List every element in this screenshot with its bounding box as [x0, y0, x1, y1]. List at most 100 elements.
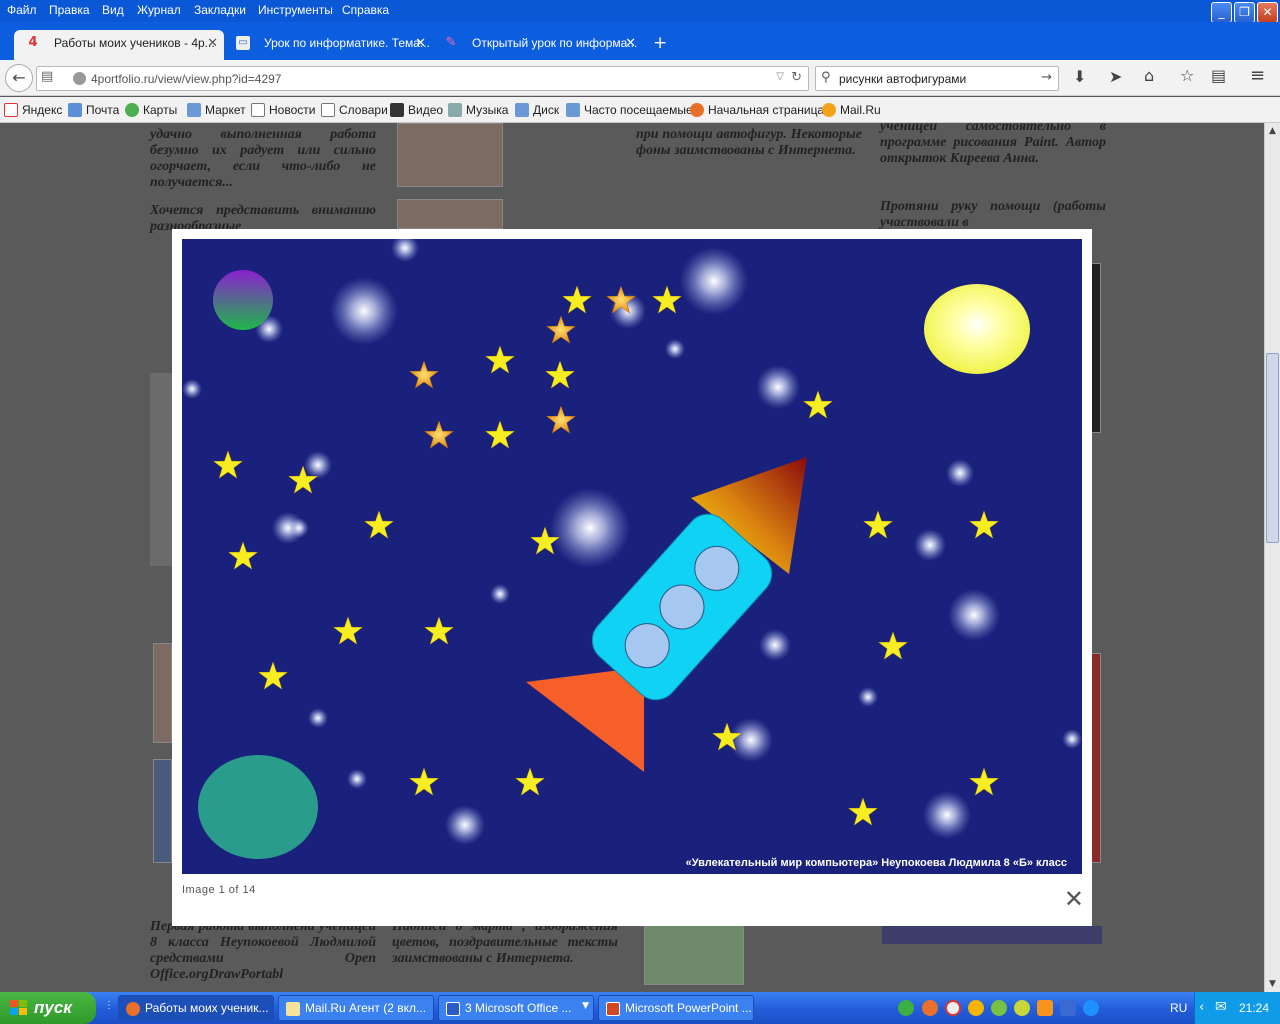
- tray-media-icon[interactable]: [968, 1000, 984, 1016]
- tab-open-lesson[interactable]: ✎ Открытый урок по информа... ✕: [432, 30, 642, 60]
- menu-view[interactable]: Вид: [102, 3, 124, 17]
- taskbar: пуск ⋮ Работы моих ученик... Mail.Ru Аге…: [0, 992, 1280, 1024]
- tray-opera-icon[interactable]: [945, 1000, 961, 1016]
- page-icon: ▤: [41, 69, 54, 84]
- history-dropdown-icon[interactable]: ▽: [776, 71, 784, 82]
- thumbnail-image[interactable]: [644, 919, 744, 985]
- back-button[interactable]: ←: [5, 64, 33, 92]
- tray-app-icon[interactable]: [898, 1000, 914, 1016]
- video-icon: [390, 103, 404, 117]
- menu-bookmarks[interactable]: Закладки: [194, 3, 246, 17]
- mailru-icon: [822, 103, 836, 117]
- tray-leaf-icon[interactable]: [991, 1000, 1007, 1016]
- clock[interactable]: 21:24: [1239, 1001, 1269, 1015]
- menu-icon[interactable]: ≡: [1250, 65, 1265, 86]
- bookmark-label: Почта: [86, 103, 120, 117]
- market-icon: [187, 103, 201, 117]
- menu-file[interactable]: Файл: [7, 3, 37, 17]
- bookmark-most-visited[interactable]: Часто посещаемые: [566, 103, 693, 117]
- reload-icon[interactable]: ↻: [791, 70, 802, 85]
- quicklaunch-grip-icon: ⋮: [104, 1000, 114, 1011]
- bookmark-label: Словари: [339, 103, 388, 117]
- scroll-thumb[interactable]: [1266, 353, 1279, 543]
- bookmark-label: Диск: [533, 103, 560, 117]
- task-powerpoint[interactable]: Microsoft PowerPoint ...: [598, 995, 754, 1021]
- bookmark-news[interactable]: Новости: [251, 103, 315, 117]
- close-window-button[interactable]: ✕: [1257, 2, 1278, 23]
- thumbnail-image[interactable]: [397, 199, 503, 229]
- tab-label: Работы моих учеников - 4р...: [54, 36, 215, 50]
- tray-odnoklassniki-icon[interactable]: [1037, 1000, 1053, 1016]
- menu-edit[interactable]: Правка: [49, 3, 90, 17]
- home-icon[interactable]: ⌂: [1144, 66, 1154, 85]
- search-icon: ⚲: [821, 70, 831, 85]
- bookmark-dictionaries[interactable]: Словари: [321, 103, 388, 117]
- thumbnail-image[interactable]: [1091, 653, 1101, 863]
- lightbox-close-button[interactable]: ✕: [1064, 887, 1084, 911]
- bookmark-label: Часто посещаемые: [584, 103, 693, 117]
- bookmark-maps[interactable]: Карты: [125, 103, 177, 117]
- search-input[interactable]: ⚲ рисунки автофигурами →: [815, 66, 1059, 91]
- bookmark-start-page[interactable]: Начальная страница: [690, 103, 824, 117]
- bookmark-yandex[interactable]: Яндекс: [4, 103, 62, 117]
- thumbnail-image[interactable]: [153, 759, 172, 863]
- bookmark-market[interactable]: Маркет: [187, 103, 246, 117]
- windows-logo-icon: [10, 1000, 27, 1015]
- task-label: Работы моих ученик...: [145, 1001, 269, 1015]
- bookmark-mailru[interactable]: Mail.Ru: [822, 103, 881, 117]
- firefox-icon: [126, 1002, 140, 1016]
- close-tab-icon[interactable]: ✕: [415, 36, 426, 51]
- start-button[interactable]: пуск: [0, 992, 96, 1024]
- mail-notification-icon[interactable]: ✉: [1215, 999, 1227, 1015]
- disk-icon: [515, 103, 529, 117]
- tray-document-icon[interactable]: [1060, 1000, 1076, 1016]
- task-ms-office[interactable]: 3 Microsoft Office ... ▼: [438, 995, 594, 1021]
- yandex-icon: [4, 103, 18, 117]
- thumbnail-image[interactable]: [397, 123, 503, 187]
- dimmed-panel: [150, 373, 172, 566]
- thumbnail-image[interactable]: [1091, 263, 1101, 433]
- bookmark-star-icon[interactable]: ☆: [1180, 66, 1194, 85]
- tab-lesson[interactable]: ▭ Урок по информатике. Тема... ✕: [224, 30, 432, 60]
- menu-help[interactable]: Справка: [342, 3, 389, 17]
- bookmark-video[interactable]: Видео: [390, 103, 443, 117]
- lightbox-image[interactable]: «Увлекательный мир компьютера» Неупокоев…: [182, 239, 1082, 874]
- maximize-button[interactable]: ❐: [1234, 2, 1255, 23]
- downloads-icon[interactable]: ⬇: [1073, 67, 1086, 86]
- bookmark-label: Mail.Ru: [840, 103, 881, 117]
- new-tab-button[interactable]: +: [653, 33, 667, 53]
- task-label: Microsoft PowerPoint ...: [625, 1001, 752, 1015]
- scroll-down-icon[interactable]: ▼: [1265, 976, 1280, 992]
- close-tab-icon[interactable]: ✕: [207, 36, 218, 51]
- tray-expand-icon[interactable]: ‹: [1199, 1000, 1204, 1015]
- language-indicator[interactable]: RU: [1170, 1001, 1187, 1015]
- menu-history[interactable]: Журнал: [137, 3, 181, 17]
- bookmark-music[interactable]: Музыка: [448, 103, 508, 117]
- page-scrollbar[interactable]: ▲ ▼: [1264, 123, 1280, 992]
- article-text: Надписи 8 марта , изображения цветов, по…: [392, 919, 618, 966]
- navigation-bar: ← ▤ 4portfolio.ru/view/view.php?id=4297 …: [0, 60, 1280, 96]
- site-identity-icon[interactable]: [73, 72, 86, 85]
- tray-firefox-icon[interactable]: [922, 1000, 938, 1016]
- address-bar[interactable]: ▤ 4portfolio.ru/view/view.php?id=4297 ▽ …: [36, 66, 809, 91]
- menu-tools[interactable]: Инструменты: [258, 3, 333, 17]
- article-text: ученицей самостоятельно в программе рисо…: [880, 123, 1106, 166]
- thumbnail-image[interactable]: [153, 643, 172, 743]
- reading-list-icon[interactable]: ▤: [1211, 66, 1226, 85]
- bookmark-disk[interactable]: Диск: [515, 103, 559, 117]
- send-icon[interactable]: ➤: [1109, 67, 1122, 86]
- scroll-up-icon[interactable]: ▲: [1265, 123, 1280, 139]
- tray-ball-icon[interactable]: [1014, 1000, 1030, 1016]
- task-mailru-agent[interactable]: Mail.Ru Агент (2 вкл...: [278, 995, 434, 1021]
- close-tab-icon[interactable]: ✕: [625, 36, 636, 51]
- search-go-icon[interactable]: →: [1041, 70, 1052, 85]
- menu-bar: Файл Правка Вид Журнал Закладки Инструме…: [0, 0, 1280, 23]
- minimize-button[interactable]: _: [1211, 2, 1232, 23]
- bookmark-mail[interactable]: Почта: [68, 103, 119, 117]
- tab-bar: 4 Работы моих учеников - 4р... ✕ ▭ Урок …: [0, 22, 1280, 60]
- tab-portfolio[interactable]: 4 Работы моих учеников - 4р... ✕: [14, 30, 224, 60]
- tray-ie-icon[interactable]: [1083, 1000, 1099, 1016]
- task-firefox[interactable]: Работы моих ученик...: [118, 995, 274, 1021]
- envelope-icon: [286, 1002, 300, 1016]
- bookmark-label: Начальная страница: [708, 103, 825, 117]
